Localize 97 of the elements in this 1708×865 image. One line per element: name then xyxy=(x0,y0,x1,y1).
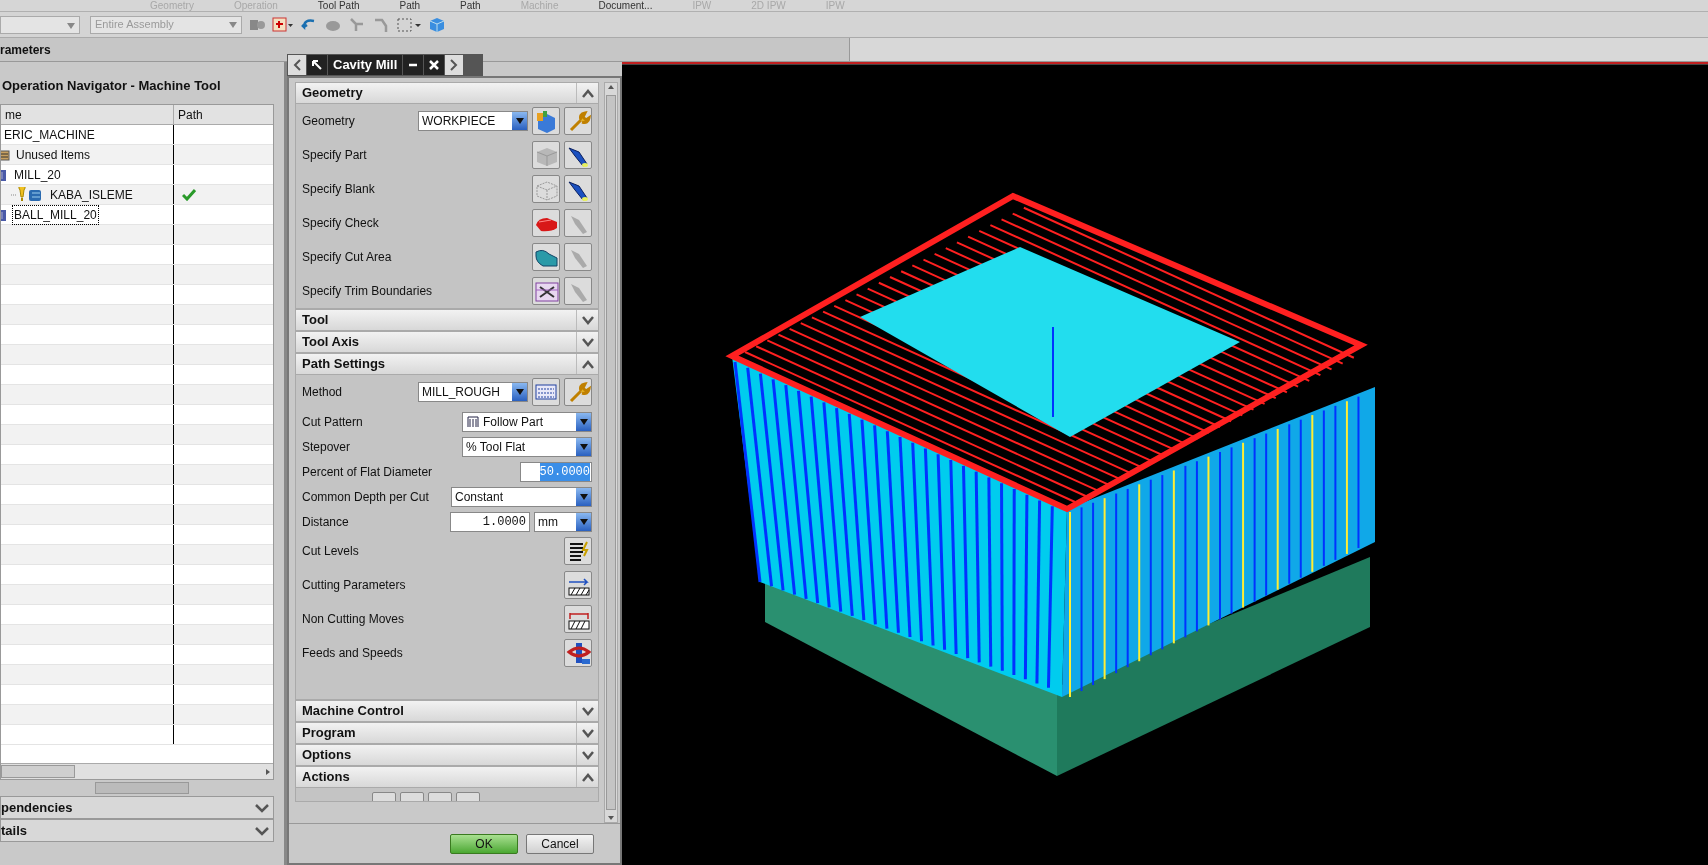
cancel-button[interactable]: Cancel xyxy=(526,833,594,854)
dialog-title: Cavity Mill xyxy=(328,55,403,75)
column-header[interactable]: me xyxy=(1,105,174,124)
expand-icon xyxy=(580,728,595,738)
number-field[interactable]: 1.0000 xyxy=(450,511,530,532)
field-label: Distance xyxy=(302,513,349,531)
section-header[interactable]: Machine Control xyxy=(295,700,599,722)
collapse-icon xyxy=(580,359,595,369)
ok-button[interactable]: OK xyxy=(450,833,518,854)
menu-item[interactable]: Path xyxy=(399,1,421,11)
caret-icon xyxy=(514,388,525,396)
graphics-viewport[interactable] xyxy=(622,62,1708,865)
non-cutting-moves-button[interactable] xyxy=(564,605,592,633)
caret-icon xyxy=(578,442,589,451)
collapse-icon xyxy=(580,772,595,782)
dropdown[interactable]: Constant xyxy=(451,486,592,507)
wrench-button[interactable] xyxy=(564,378,592,406)
caret-icon xyxy=(66,22,76,29)
expand-icon xyxy=(580,315,595,325)
navigator-title: Operation Navigator - Machine Tool xyxy=(2,77,221,96)
close-icon xyxy=(428,59,441,71)
cut-levels-button[interactable] xyxy=(564,537,592,565)
field-label: Cut Pattern xyxy=(302,413,363,431)
horizontal-scrollbar[interactable] xyxy=(1,763,273,779)
cube-icon[interactable] xyxy=(428,15,446,34)
menu-item[interactable]: Document... xyxy=(598,1,653,11)
unit-dropdown[interactable]: mm xyxy=(534,511,592,532)
caret-icon xyxy=(578,517,589,526)
flashlight-button[interactable] xyxy=(564,175,592,203)
dropdown[interactable]: MILL_ROUGH xyxy=(418,382,528,402)
section-header[interactable]: Tool xyxy=(295,309,599,331)
wrench-button[interactable] xyxy=(564,107,592,135)
expand-icon xyxy=(580,706,595,716)
section-header[interactable]: Options xyxy=(295,744,599,766)
field-label: Percent of Flat Diameter xyxy=(302,463,433,481)
section-header[interactable]: Geometry xyxy=(295,82,599,104)
field-label: Common Depth per Cut xyxy=(302,488,429,506)
splitter-handle[interactable] xyxy=(95,782,189,794)
scroll-up-icon xyxy=(607,83,615,91)
select-box-icon[interactable] xyxy=(396,15,422,34)
scroll-down-icon xyxy=(607,814,615,822)
expand-icon xyxy=(580,750,595,760)
collapse-icon xyxy=(580,88,595,98)
tree-item[interactable]: ERIC_MACHINE xyxy=(3,125,96,144)
method-button[interactable] xyxy=(532,378,560,406)
field-label: Cut Levels xyxy=(302,543,359,560)
field-label: Specify Check xyxy=(302,215,379,232)
panel-title: rameters xyxy=(0,41,51,59)
arrow-icon xyxy=(310,58,324,72)
section-header[interactable]: Tool Axis xyxy=(295,331,599,353)
caret-icon xyxy=(228,21,238,28)
close-button[interactable] xyxy=(424,55,445,75)
pin-button[interactable] xyxy=(307,55,327,75)
pattern-icon xyxy=(466,414,480,429)
cutting-parameters-button[interactable] xyxy=(564,571,592,599)
caret-icon xyxy=(514,117,525,125)
expand-icon xyxy=(580,337,595,347)
field-label: Geometry xyxy=(302,113,355,130)
dropdown[interactable]: WORKPIECE xyxy=(418,111,528,131)
caret-icon xyxy=(578,492,589,501)
field-label: Specify Part xyxy=(302,147,367,164)
caret-icon xyxy=(578,417,589,426)
field-label: Non Cutting Moves xyxy=(302,611,405,628)
dropdown[interactable]: % Tool Flat xyxy=(462,436,592,457)
section-header[interactable]: Path Settings xyxy=(295,353,599,375)
section-header[interactable]: Program xyxy=(295,722,599,744)
trim-boundary-button[interactable] xyxy=(532,277,560,305)
flashlight-button[interactable] xyxy=(564,141,592,169)
previous-button[interactable] xyxy=(288,55,306,75)
field-label: Specify Trim Boundaries xyxy=(302,283,433,300)
menu-item[interactable]: Tool Path xyxy=(317,1,360,11)
chevron-right-icon xyxy=(449,58,460,72)
filter-dropdown[interactable] xyxy=(0,15,80,34)
field-label: Method xyxy=(302,384,343,401)
feeds-speeds-button[interactable] xyxy=(564,639,592,667)
field-label: Feeds and Speeds xyxy=(302,645,403,662)
minimize-button[interactable] xyxy=(403,55,424,75)
field-label: Specify Cut Area xyxy=(302,249,392,266)
add-icon[interactable] xyxy=(272,15,294,34)
field-label: Specify Blank xyxy=(302,181,375,198)
vertical-scrollbar[interactable] xyxy=(604,82,618,823)
cut-area-button[interactable] xyxy=(532,243,560,271)
new-geometry-button[interactable] xyxy=(532,107,560,135)
field-label: Cutting Parameters xyxy=(302,577,406,594)
collapsible-panel[interactable]: pendencies xyxy=(0,796,274,819)
check-body-button[interactable] xyxy=(532,209,560,237)
tree-item[interactable]: BALL_MILL_20 xyxy=(13,205,98,224)
column-header[interactable]: Path xyxy=(174,105,273,124)
next-button[interactable] xyxy=(445,55,464,75)
chevron-left-icon xyxy=(292,58,302,72)
dropdown[interactable]: Follow Part xyxy=(462,411,592,432)
tree-item[interactable]: MILL_20 xyxy=(13,165,62,184)
menu-item[interactable]: Path xyxy=(460,1,481,11)
collapsible-panel[interactable]: tails xyxy=(0,819,274,842)
section-header[interactable]: Actions xyxy=(295,766,599,788)
field-label: Stepover xyxy=(302,438,351,456)
feeds-speeds-icon xyxy=(565,640,591,666)
